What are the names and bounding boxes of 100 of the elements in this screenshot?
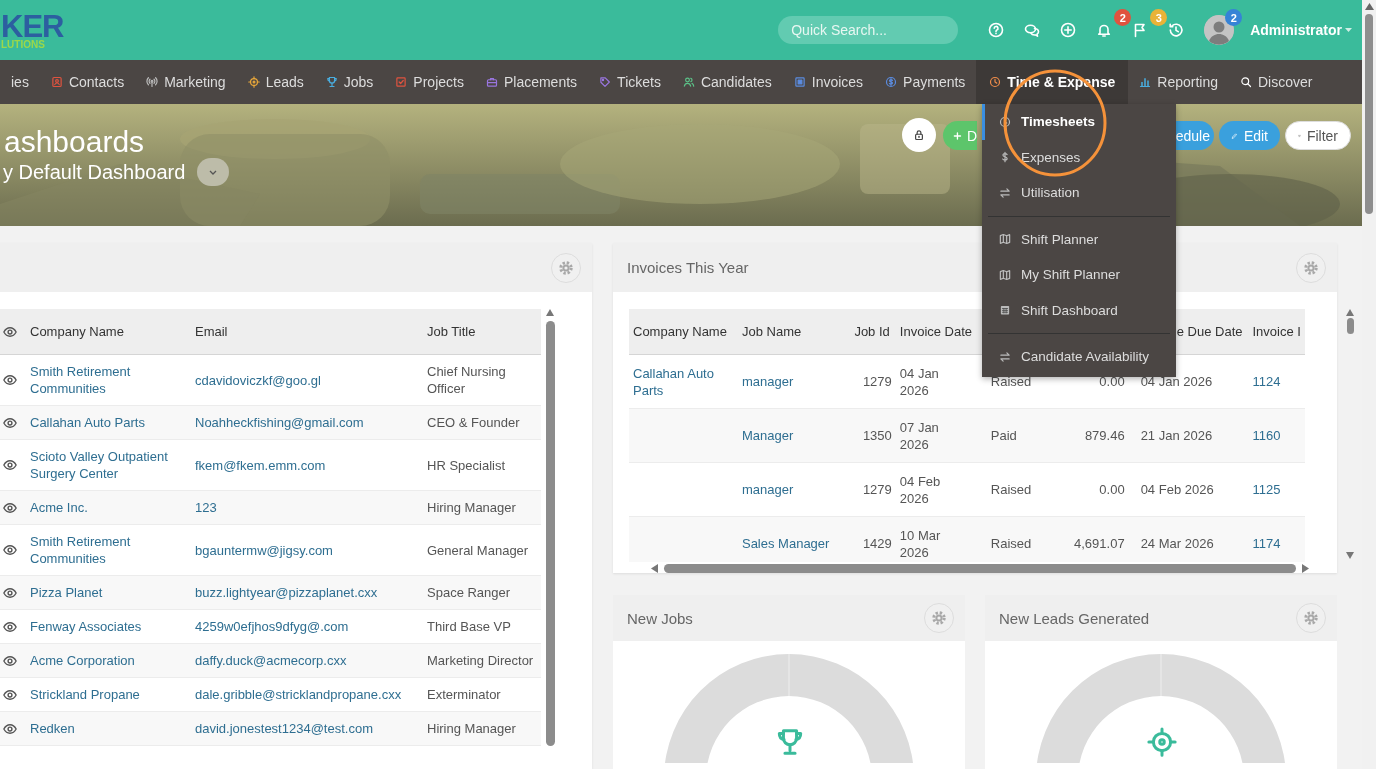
- menu-item[interactable]: Timesheets: [982, 104, 1176, 140]
- table-cell: Paid: [986, 408, 1049, 463]
- nav-tab[interactable]: Invoices: [782, 60, 875, 104]
- filter-button[interactable]: Filter: [1285, 121, 1351, 150]
- table-cell: 24 Mar 2026: [1128, 516, 1249, 562]
- history-button[interactable]: [1167, 21, 1185, 39]
- nav-tab[interactable]: Discover: [1228, 60, 1324, 104]
- scroll-down-icon[interactable]: [1346, 552, 1354, 559]
- nav-tab[interactable]: Marketing: [135, 60, 237, 104]
- table-cell: 4,691.07: [1048, 516, 1129, 562]
- help-icon: [988, 22, 1005, 38]
- dashboard-name: y Default Dashboard: [3, 160, 186, 184]
- nav-tab[interactable]: Tickets: [588, 60, 672, 104]
- menu-item[interactable]: My Shift Planner: [982, 257, 1176, 293]
- nav-tab[interactable]: Reporting: [1128, 60, 1229, 104]
- scroll-right-icon[interactable]: [1302, 564, 1309, 573]
- table-cell: 04 Feb 2026: [1128, 462, 1249, 517]
- email-link[interactable]: 4259w0efjhos9dfyg@.com: [195, 618, 419, 635]
- table-cell: Third Base VP: [423, 609, 541, 644]
- table-cell: Hiring Manager: [423, 490, 541, 525]
- table-cell: Marketing Director: [423, 643, 541, 678]
- nav-tab[interactable]: Contacts: [39, 60, 136, 104]
- table-cell: Raised: [986, 516, 1049, 562]
- scroll-left-icon[interactable]: [651, 564, 658, 573]
- panel-title: New Leads Generated: [999, 609, 1150, 627]
- add-icon: [1060, 22, 1077, 38]
- nav-tab[interactable]: Placements: [474, 60, 589, 104]
- email-link[interactable]: cdavidoviczkf@goo.gl: [195, 371, 419, 389]
- scrollbar-thumb[interactable]: [545, 321, 555, 746]
- search-field[interactable]: Quick Search...: [778, 16, 959, 44]
- table-cell: 0.00: [1048, 462, 1129, 517]
- add-button[interactable]: [1059, 21, 1077, 39]
- column-header: Job Title: [423, 309, 541, 355]
- settings-button[interactable]: [551, 252, 581, 283]
- job-link[interactable]: manager: [741, 481, 844, 498]
- company-link[interactable]: Callahan Auto Parts: [633, 364, 734, 399]
- count-badge: 2: [1225, 9, 1243, 26]
- trophy-icon: [775, 727, 805, 757]
- column-header: Job Name: [737, 309, 848, 355]
- eye-icon: [3, 458, 17, 472]
- settings-button[interactable]: [1296, 252, 1326, 283]
- lock-icon: [913, 129, 925, 141]
- nav-tab[interactable]: Candidates: [671, 60, 783, 104]
- swap-arrows-icon: [999, 186, 1011, 199]
- crosshair-icon: [1147, 727, 1177, 757]
- clock-icon: [999, 115, 1011, 128]
- nav-tab[interactable]: Jobs: [314, 60, 385, 104]
- scroll-up-icon[interactable]: [1346, 309, 1354, 316]
- email-link[interactable]: dale.gribble@stricklandpropane.cxx: [195, 686, 419, 703]
- scrollbar-thumb[interactable]: [1346, 318, 1354, 334]
- table-cell: 07 Jan 2026: [895, 408, 987, 463]
- table-cell: Hiring Manager: [423, 711, 541, 746]
- bar-chart-icon: [1139, 76, 1152, 88]
- eye-icon: [3, 721, 17, 736]
- coin-icon: [885, 76, 898, 88]
- table-cell: 10 Mar 2026: [895, 516, 987, 562]
- table-cell: 1429: [847, 516, 896, 562]
- bell-icon: [1096, 22, 1113, 38]
- tag-icon: [599, 76, 612, 88]
- column-header: Company Name: [629, 309, 738, 355]
- menu-item[interactable]: Expenses: [982, 139, 1176, 175]
- table-cell: Space Ranger: [423, 575, 541, 610]
- map-icon: [999, 268, 1011, 281]
- nav-tab[interactable]: Leads: [236, 60, 315, 104]
- scrollbar-thumb[interactable]: [664, 564, 1296, 573]
- avatar-icon[interactable]: [1204, 15, 1235, 45]
- settings-button[interactable]: [1296, 603, 1326, 633]
- swap-arrows-icon: [999, 350, 1011, 363]
- column-header: Company Name: [26, 309, 191, 355]
- job-link[interactable]: manager: [741, 373, 844, 390]
- table-cell: 21 Jan 2026: [1128, 408, 1249, 463]
- scroll-up-icon[interactable]: [1364, 3, 1374, 10]
- chat-button[interactable]: [1023, 21, 1041, 39]
- table-cell: HR Specialist: [423, 439, 541, 491]
- nav-tab[interactable]: ies: [0, 60, 40, 104]
- email-link[interactable]: fkem@fkem.emm.com: [195, 456, 419, 474]
- company-link[interactable]: Smith Retirement Communities: [30, 363, 187, 397]
- settings-button[interactable]: [924, 603, 954, 633]
- invoice-link[interactable]: 1124: [1252, 373, 1301, 390]
- nav-tab[interactable]: Payments: [874, 60, 977, 104]
- menu-item[interactable]: Utilisation: [982, 175, 1176, 211]
- dollar-icon: [999, 151, 1011, 164]
- company-link[interactable]: Scioto Valley Outpatient Surgery Center: [30, 448, 187, 482]
- menu-item[interactable]: Shift Planner: [982, 221, 1176, 257]
- email-link[interactable]: bgauntermw@jigsy.com: [195, 541, 419, 559]
- crosshair-icon: [247, 76, 260, 88]
- gear-icon: [931, 610, 947, 626]
- invoice-link[interactable]: 1125: [1252, 481, 1301, 498]
- help-button[interactable]: [987, 21, 1005, 39]
- table-cell: Exterminator: [423, 677, 541, 712]
- chevron-icon: [209, 169, 218, 175]
- company-link[interactable]: Fenway Associates: [30, 618, 187, 635]
- company-link[interactable]: Smith Retirement Communities: [30, 533, 187, 567]
- scroll-up-icon[interactable]: [546, 309, 554, 316]
- nav-tab[interactable]: Projects: [384, 60, 475, 104]
- scrollbar-thumb[interactable]: [1365, 14, 1373, 214]
- caret-icon: [1345, 28, 1352, 32]
- company-link[interactable]: Strickland Propane: [30, 686, 187, 703]
- plus-icon: [952, 129, 963, 142]
- eye-icon: [3, 619, 17, 634]
